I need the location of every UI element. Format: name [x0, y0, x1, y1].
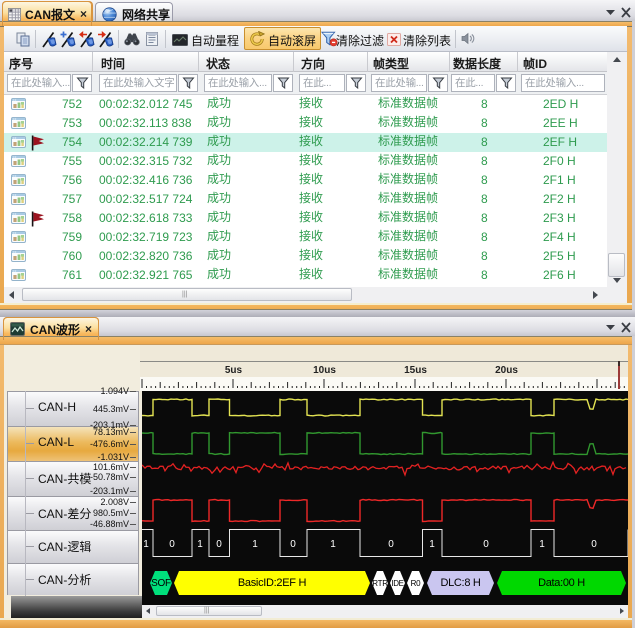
svg-text:0: 0	[483, 539, 489, 550]
svg-text:0: 0	[169, 539, 175, 550]
svg-text:1: 1	[143, 539, 149, 550]
svg-text:1: 1	[539, 539, 545, 550]
svg-text:0: 0	[591, 539, 597, 550]
svg-text:1: 1	[429, 539, 435, 550]
svg-text:1: 1	[330, 539, 336, 550]
svg-text:0: 0	[216, 539, 222, 550]
svg-text:1: 1	[197, 539, 203, 550]
svg-text:0: 0	[388, 539, 394, 550]
svg-text:1: 1	[252, 539, 258, 550]
svg-text:0: 0	[290, 539, 296, 550]
